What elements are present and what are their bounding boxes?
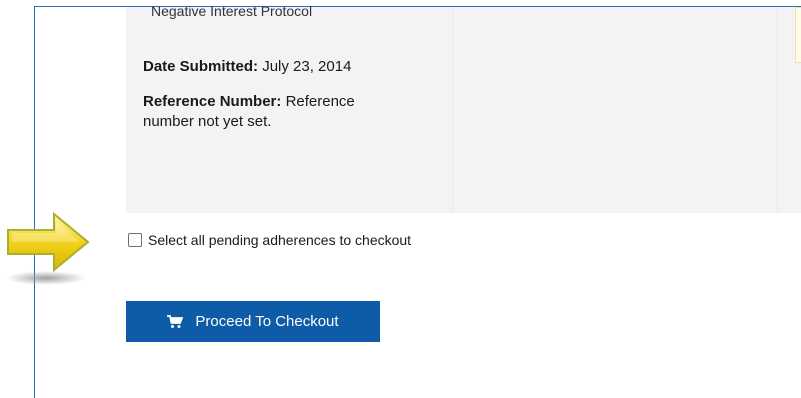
reference-number-label: Reference Number: <box>143 93 282 110</box>
select-all-checkbox[interactable] <box>128 233 142 247</box>
column-divider <box>777 7 778 213</box>
date-submitted-label: Date Submitted: <box>143 58 259 75</box>
select-all-label[interactable]: Select all pending adherences to checkou… <box>148 232 411 248</box>
proceed-to-checkout-label: Proceed To Checkout <box>195 313 339 330</box>
notice-box-edge <box>795 7 801 63</box>
reference-number: Reference Number: Reference number not y… <box>143 92 393 132</box>
proceed-to-checkout-button[interactable]: Proceed To Checkout <box>126 301 380 342</box>
protocol-name: Negative Interest Protocol <box>151 3 313 19</box>
date-submitted-value: July 23, 2014 <box>262 58 352 75</box>
select-all-row[interactable]: Select all pending adherences to checkou… <box>128 232 411 248</box>
cart-icon <box>167 314 184 328</box>
column-divider <box>452 7 453 213</box>
date-submitted: Date Submitted: July 23, 2014 <box>143 58 351 75</box>
arrow-callout-icon <box>6 211 90 285</box>
frame-left-border <box>34 6 35 398</box>
